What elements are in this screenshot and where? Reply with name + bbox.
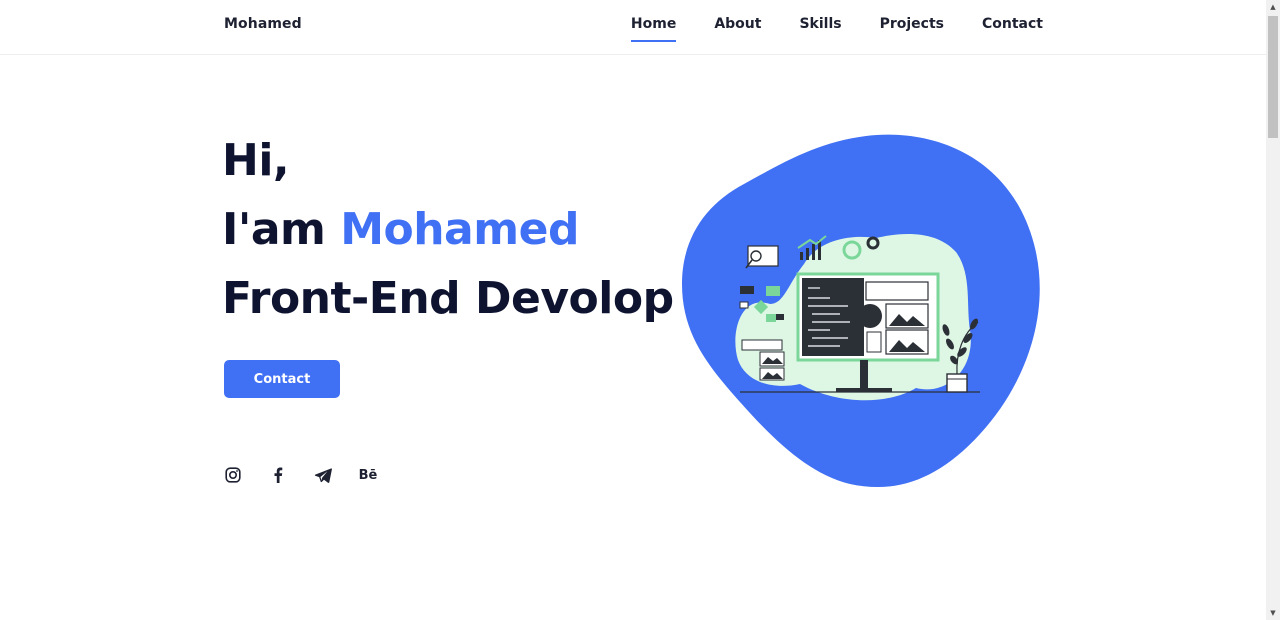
nav-skills[interactable]: Skills bbox=[799, 16, 841, 42]
hero-greeting: Hi, bbox=[222, 135, 290, 186]
monitor-code-pane bbox=[802, 278, 864, 356]
facebook-icon[interactable] bbox=[269, 465, 287, 485]
page-scrollbar[interactable]: ▲ ▼ bbox=[1266, 0, 1280, 620]
behance-icon[interactable]: Bē bbox=[359, 465, 378, 485]
hero-intro: I'am bbox=[222, 204, 326, 255]
nav-home[interactable]: Home bbox=[630, 16, 677, 42]
main-nav: Home About Skills Projects Contact bbox=[630, 16, 1043, 42]
hero-title: Hi, I'am Mohamed Front-End Devolop bbox=[222, 126, 674, 333]
portfolio-page: Mohamed Home About Skills Projects Conta… bbox=[0, 0, 1280, 620]
nav-projects[interactable]: Projects bbox=[880, 16, 944, 42]
scroll-thumb[interactable] bbox=[1268, 16, 1278, 138]
nav-about[interactable]: About bbox=[714, 16, 761, 42]
scroll-up-icon[interactable]: ▲ bbox=[1266, 0, 1280, 14]
social-links: Bē bbox=[224, 465, 377, 485]
instagram-icon[interactable] bbox=[224, 465, 242, 485]
site-logo[interactable]: Mohamed bbox=[224, 16, 302, 32]
telegram-icon[interactable] bbox=[314, 465, 332, 485]
site-header: Mohamed Home About Skills Projects Conta… bbox=[0, 0, 1266, 55]
developer-illustration bbox=[682, 134, 1040, 488]
contact-button[interactable]: Contact bbox=[224, 360, 340, 398]
hero-role: Front-End Devolop bbox=[222, 273, 674, 324]
scroll-down-icon[interactable]: ▼ bbox=[1266, 606, 1280, 620]
hero-name: Mohamed bbox=[340, 204, 579, 255]
nav-contact[interactable]: Contact bbox=[982, 16, 1043, 42]
